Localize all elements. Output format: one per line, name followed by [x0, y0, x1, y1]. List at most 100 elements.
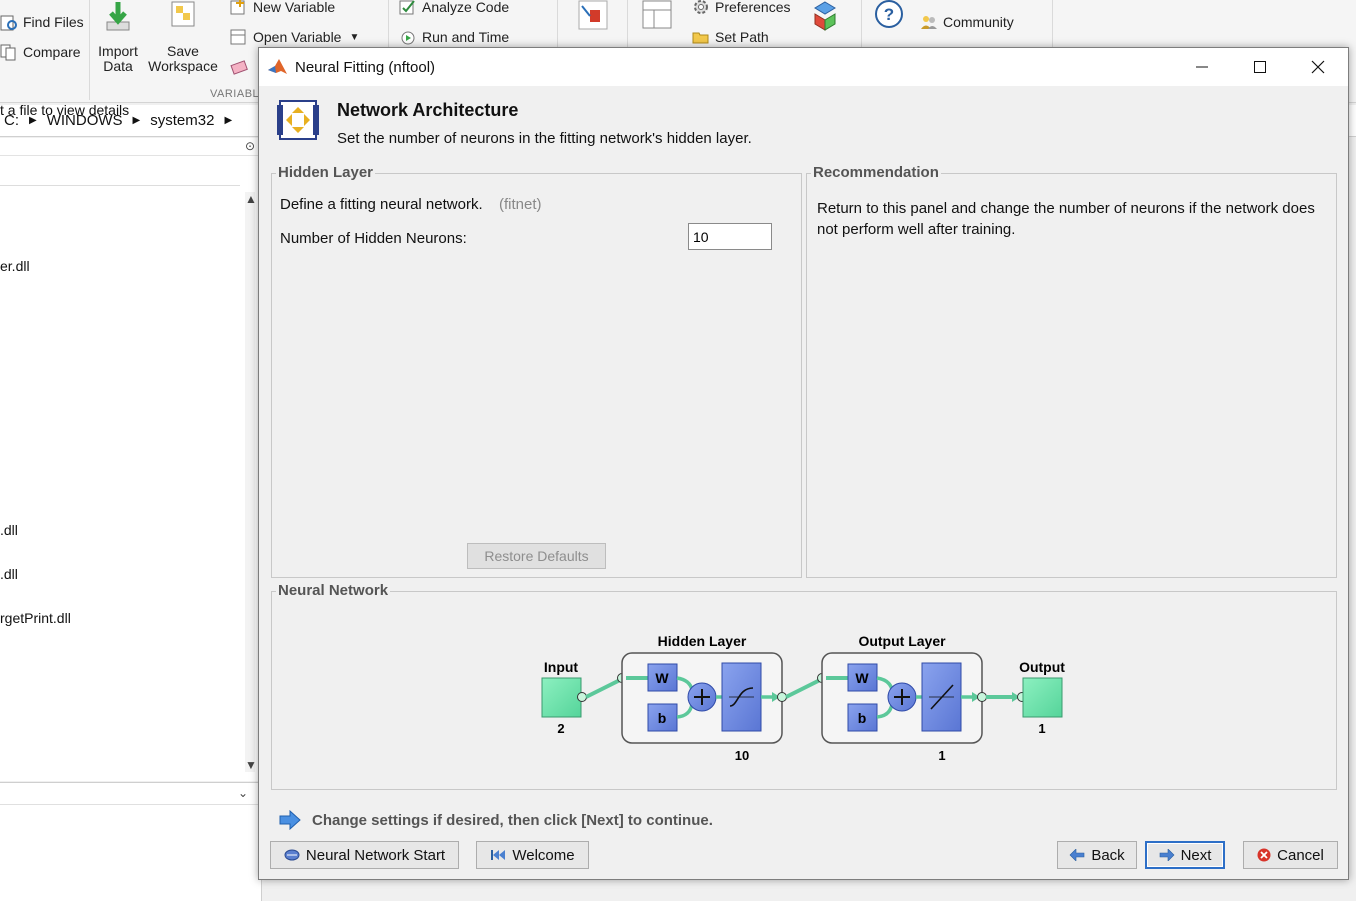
save-workspace-label-2: Workspace — [148, 58, 218, 74]
save-workspace-label-1: Save — [167, 43, 199, 59]
file-list-item[interactable]: .dll — [0, 566, 18, 582]
output-bias-label: b — [858, 710, 867, 726]
scroll-down-icon[interactable]: ▼ — [245, 758, 257, 772]
import-data-icon — [106, 2, 130, 31]
save-workspace-icon — [171, 1, 195, 27]
new-variable-label: New Variable — [253, 0, 336, 15]
layer-link — [785, 678, 821, 699]
simulink-icon[interactable] — [578, 0, 608, 30]
input-size: 2 — [557, 721, 564, 736]
page-title: Network Architecture — [337, 100, 519, 120]
minimize-button[interactable] — [1173, 48, 1231, 86]
breadcrumb-arrow-icon: ▶ — [132, 115, 141, 126]
output-weight-label: W — [855, 670, 869, 686]
community-label: Community — [943, 14, 1014, 30]
page-subtitle: Set the number of neurons in the fitting… — [337, 130, 752, 147]
close-icon — [1311, 60, 1325, 74]
next-button[interactable]: Next — [1145, 841, 1225, 869]
compare-label: Compare — [23, 44, 81, 60]
folder-icon — [692, 32, 709, 44]
output-size: 1 — [1038, 721, 1045, 736]
maximize-icon — [1254, 61, 1266, 73]
preferences-button[interactable]: Preferences — [692, 0, 790, 16]
clear-workspace-button[interactable] — [230, 58, 253, 76]
folder-search-field[interactable] — [0, 158, 240, 186]
input-link — [585, 678, 621, 699]
community-button[interactable]: Community — [920, 13, 1014, 31]
open-variable-button[interactable]: Open Variable ▼ — [230, 28, 359, 46]
layout-icon[interactable] — [642, 0, 672, 30]
input-block — [541, 677, 582, 718]
close-button[interactable] — [1289, 48, 1347, 86]
file-list-item[interactable]: rgetPrint.dll — [0, 610, 71, 626]
file-list-item[interactable]: .dll — [0, 522, 18, 538]
cancel-icon — [1257, 848, 1271, 862]
import-data-label-2: Data — [103, 58, 133, 74]
community-icon — [921, 16, 937, 29]
new-variable-button[interactable]: New Variable — [230, 0, 335, 16]
welcome-label: Welcome — [512, 846, 575, 864]
run-and-time-icon — [401, 31, 415, 45]
current-folder-panel: ⊙ er.dll .dll .dll rgetPrint.dll ▲ ▼ — [0, 138, 260, 781]
add-ons-icon[interactable] — [808, 0, 842, 32]
right-arrow-icon — [279, 810, 301, 830]
output-block — [1022, 677, 1063, 718]
scroll-up-icon[interactable]: ▲ — [245, 192, 257, 206]
toolstrip-separator — [89, 0, 90, 100]
cancel-label: Cancel — [1277, 846, 1324, 864]
maximize-button[interactable] — [1231, 48, 1289, 86]
details-header[interactable]: ⌄ — [0, 783, 261, 805]
rewind-icon — [490, 849, 506, 861]
help-icon[interactable]: ? — [874, 0, 904, 30]
minimize-icon — [1196, 66, 1208, 68]
hidden-neurons-input[interactable] — [688, 223, 772, 250]
vertical-scrollbar[interactable]: ▲ ▼ — [245, 192, 257, 772]
hidden-layer-title: Hidden Layer — [658, 633, 747, 649]
chevron-down-icon[interactable]: ⌄ — [238, 786, 248, 800]
network-diagram: Input 2 Hidden Layer W b 10 Output Layer… — [541, 633, 1065, 763]
cancel-button[interactable]: Cancel — [1243, 841, 1338, 869]
save-workspace-button[interactable]: Save Workspace — [148, 0, 218, 74]
details-panel: ⌄ — [0, 782, 262, 901]
set-path-label: Set Path — [715, 29, 769, 45]
import-data-button[interactable]: Import Data — [97, 0, 139, 74]
panel-header: ⊙ — [0, 138, 259, 156]
fitnet-hint: (fitnet) — [499, 196, 542, 213]
run-and-time-button[interactable]: Run and Time — [399, 28, 509, 46]
find-files-label: Find Files — [23, 14, 84, 30]
breadcrumb-arrow-icon: ▶ — [224, 115, 233, 126]
nn-start-icon — [284, 849, 300, 861]
recommendation-legend: Recommendation — [811, 164, 941, 181]
output-layer-title: Output Layer — [858, 633, 946, 649]
analyze-code-icon — [399, 0, 415, 15]
matlab-logo-icon — [268, 59, 287, 74]
welcome-button[interactable]: Welcome — [476, 841, 589, 869]
recommendation-panel: Recommendation Return to this panel and … — [806, 164, 1337, 578]
compare-button[interactable]: Compare — [0, 43, 81, 61]
run-and-time-label: Run and Time — [422, 29, 510, 45]
neural-network-start-button[interactable]: Neural Network Start — [270, 841, 459, 869]
restore-defaults-button[interactable]: Restore Defaults — [467, 543, 606, 569]
network-architecture-icon — [277, 100, 319, 140]
find-files-icon — [0, 15, 17, 31]
new-variable-icon — [230, 0, 245, 15]
compare-icon — [0, 44, 16, 61]
define-network-text: Define a fitting neural network. — [280, 196, 483, 213]
hidden-neurons-label: Number of Hidden Neurons: — [280, 230, 467, 247]
set-path-button[interactable]: Set Path — [692, 28, 769, 46]
find-files-button[interactable]: Find Files — [0, 13, 84, 31]
dialog-titlebar[interactable]: Neural Fitting (nftool) — [259, 48, 1348, 86]
analyze-code-button[interactable]: Analyze Code — [399, 0, 509, 16]
file-list-item[interactable]: er.dll — [0, 258, 30, 274]
preferences-label: Preferences — [715, 0, 791, 15]
hidden-layer-legend: Hidden Layer — [276, 164, 376, 181]
connector-node — [777, 692, 787, 702]
back-arrow-icon — [1069, 849, 1085, 861]
details-hint: t a file to view details — [0, 102, 130, 118]
back-button[interactable]: Back — [1057, 841, 1137, 869]
dialog-title: Neural Fitting (nftool) — [295, 58, 436, 76]
panel-menu-icon[interactable]: ⊙ — [245, 139, 255, 153]
open-variable-label: Open Variable — [253, 29, 342, 45]
breadcrumb-system32[interactable]: system32 — [150, 112, 214, 129]
instruction-text: Change settings if desired, then click [… — [312, 812, 713, 829]
